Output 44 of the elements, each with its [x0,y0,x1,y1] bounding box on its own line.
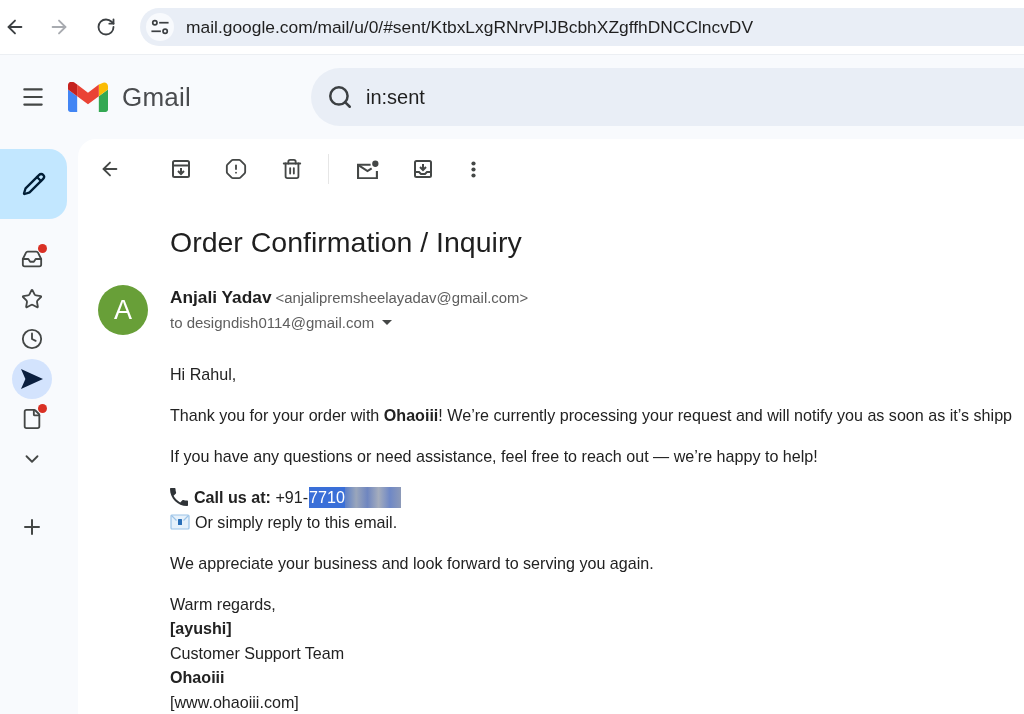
alert-icon [225,158,247,180]
sender-name: Anjali Yadav [170,287,272,308]
trash-icon [281,158,303,180]
compose-button[interactable] [0,149,67,219]
clock-icon [21,328,43,350]
phone-icon [170,488,188,507]
reload-icon [96,17,116,37]
address-bar[interactable]: mail.google.com/mail/u/0/#sent/KtbxLxgRNrvPlJBcbhXZgffhDNCClncvDV [140,8,1024,46]
more-icon [470,160,476,178]
tray-download-icon [414,160,432,178]
body-text: We appreciate your business and look forward to serving you again. [170,552,654,574]
logo-icon [68,82,108,112]
star-icon [21,288,43,310]
body-text: [www.ohaoiii.com] [170,691,299,713]
search-button[interactable] [326,83,354,111]
body-text: If you have any questions or need assistance, feel free to reach out — we’re happy to help! [170,446,818,467]
body-text: Thank you for your order with Ohaoiii! We’re currently processing your request and will notify you as soon as it’s shipp [170,405,1013,426]
sliders-icon [151,19,169,35]
recipient-text: to designdish0114@gmail.com [170,313,375,331]
body-text: Hi Rahul, [170,364,237,385]
app-name: Gmail [122,81,191,113]
search-icon [327,84,353,110]
body-text: Warm regards, [170,593,276,615]
pencil-icon [21,172,46,196]
inbox-icon [21,248,43,270]
sidebar-item[interactable] [12,359,52,399]
selected-text: 7710 [309,486,345,508]
avatar: A [98,285,148,335]
file-icon [21,408,43,430]
archive-icon [172,160,190,178]
caret-icon [382,319,393,325]
body-text: [ayushi] [170,618,232,639]
search-field[interactable]: in:sent [311,68,1024,126]
message-subject: Order Confirmation / Inquiry [170,225,522,260]
call-us-text: Call us at: +91- [194,487,309,508]
site-settings-button[interactable] [146,13,174,41]
send-icon [21,369,43,389]
sender-email: <anjalipremsheelayadav@gmail.com> [275,290,529,306]
envelope-dot-icon [357,159,379,179]
body-text: Customer Support Team [170,642,345,664]
reply-text: Or simply reply to this email. [195,511,398,533]
body-text: Ohaoiii [170,667,225,688]
search-input[interactable]: in:sent [366,83,1024,111]
envelope-icon [170,512,190,531]
